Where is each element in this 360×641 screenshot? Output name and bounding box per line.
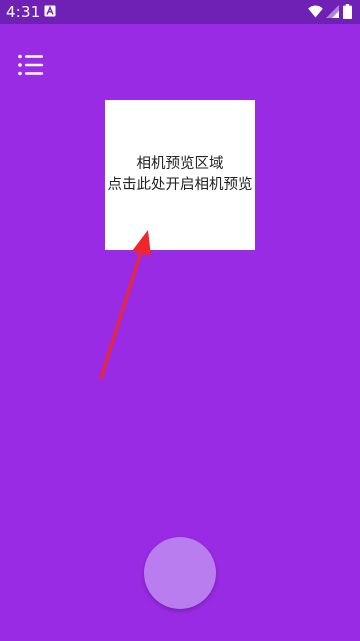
notification-a-icon xyxy=(44,5,56,17)
arrow-shaft xyxy=(99,250,143,380)
camera-preview-title: 相机预览区域 xyxy=(136,156,224,172)
status-time: 4:31 xyxy=(6,3,41,21)
camera-preview-hint: 点击此处开启相机预览 xyxy=(107,177,253,193)
signal-icon xyxy=(326,5,339,18)
status-bar: 4:31 xyxy=(0,0,360,24)
app-screen: 4:31 相机预览区域 点击此处开启相机预览 xyxy=(0,0,360,641)
battery-icon xyxy=(343,4,352,19)
list-menu-icon xyxy=(18,54,43,76)
menu-button[interactable] xyxy=(17,54,45,76)
camera-preview-text: 相机预览区域 点击此处开启相机预览 xyxy=(105,154,255,196)
shutter-button[interactable] xyxy=(144,537,216,609)
wifi-icon xyxy=(308,5,323,18)
camera-preview-area[interactable]: 相机预览区域 点击此处开启相机预览 xyxy=(105,100,255,250)
